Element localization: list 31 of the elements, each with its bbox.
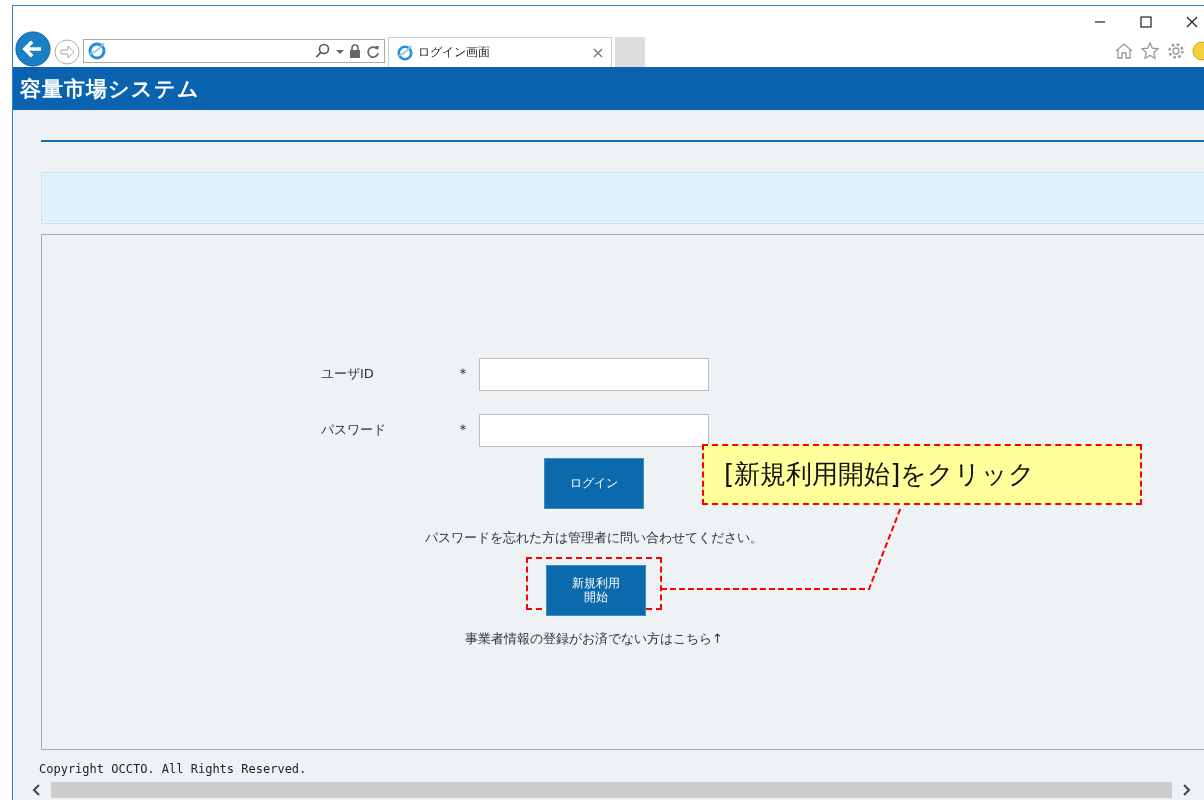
scroll-left-icon[interactable] [31, 783, 43, 797]
refresh-icon[interactable] [366, 43, 380, 59]
browser-logo-icon [88, 42, 106, 60]
browser-logo-icon [397, 44, 413, 61]
callout-text: [新規利用開始]をクリック [724, 458, 1036, 491]
maximize-icon[interactable] [1140, 16, 1152, 28]
input-field[interactable] [479, 413, 709, 447]
login-button[interactable]: ログイン [544, 458, 644, 509]
scrollbar-thumb[interactable] [51, 782, 1172, 798]
required-mark: ＊ [456, 365, 471, 383]
system-title: 容量市場システム [20, 75, 200, 103]
forward-icon[interactable] [54, 39, 80, 65]
gear-icon[interactable] [1166, 41, 1186, 61]
new-user-button[interactable]: 新規利用開始 [546, 565, 646, 616]
input-field[interactable] [479, 357, 709, 391]
tab-title: ログイン画面 [418, 44, 491, 61]
required-mark: ＊ [456, 421, 471, 439]
home-icon[interactable] [1114, 41, 1134, 61]
search-icon[interactable] [315, 43, 331, 59]
field-label: ユーザID [321, 365, 375, 383]
scroll-right-icon[interactable] [1180, 783, 1192, 797]
field-label: パスワード [321, 421, 387, 439]
lock-icon[interactable] [349, 43, 361, 59]
close-icon[interactable] [1186, 16, 1198, 28]
copyright-text: Copyright OCCTO. All Rights Reserved. [39, 762, 308, 776]
star-icon[interactable] [1140, 41, 1160, 61]
forgot-password-note: パスワードを忘れた方は管理者に問い合わせてください。 [425, 529, 763, 547]
browser-tab[interactable]: ログイン画面 [388, 37, 612, 67]
back-icon[interactable] [15, 31, 51, 67]
registration-note: 事業者情報の登録がお済でない方はこちら↑ [465, 630, 723, 648]
address-field[interactable] [83, 39, 385, 63]
